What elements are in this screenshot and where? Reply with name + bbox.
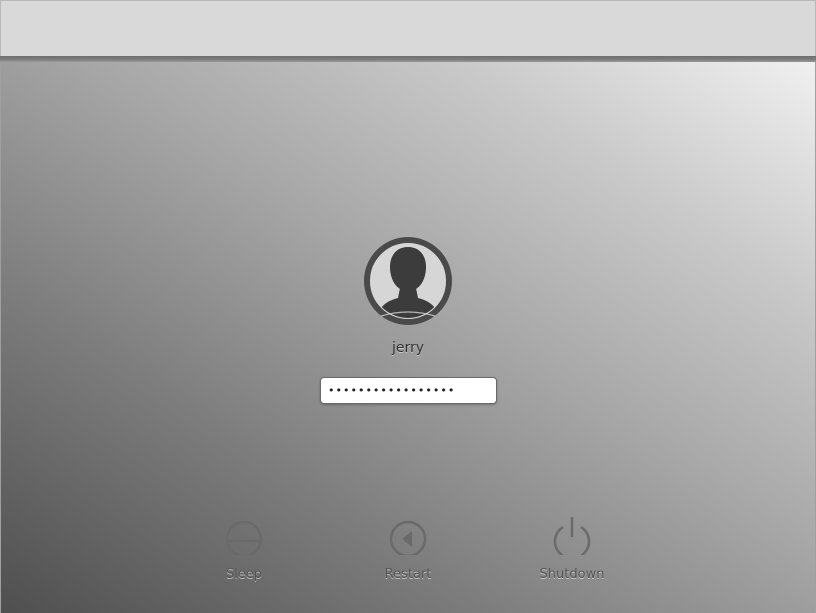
power-icon: [553, 517, 591, 555]
restart-label: Restart: [384, 567, 432, 582]
sleep-icon: [225, 520, 263, 555]
top-panel: [0, 0, 816, 57]
shutdown-label: Shutdown: [539, 567, 605, 582]
user-avatar[interactable]: [363, 236, 453, 326]
username-label[interactable]: jerry: [358, 340, 458, 356]
password-input[interactable]: [320, 377, 497, 404]
login-screen: jerry Sleep Restart Shutdown: [0, 0, 816, 613]
shutdown-button[interactable]: Shutdown: [527, 515, 617, 582]
user-silhouette-icon: [364, 237, 452, 325]
restart-button[interactable]: Restart: [363, 515, 453, 582]
restart-icon: [389, 520, 427, 555]
sleep-label: Sleep: [225, 567, 263, 582]
sleep-button[interactable]: Sleep: [199, 515, 289, 582]
